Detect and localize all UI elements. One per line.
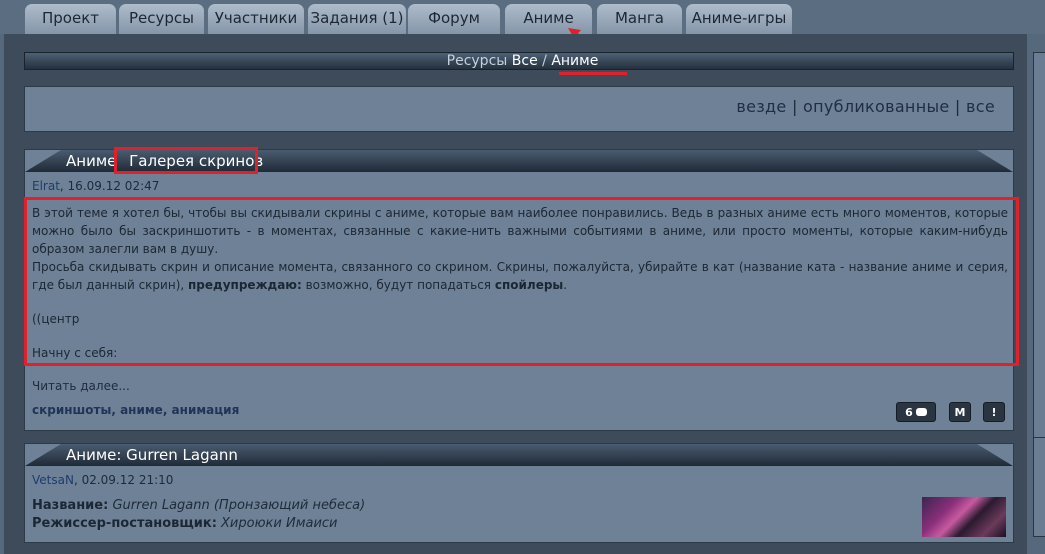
tab-manga[interactable]: Манга — [597, 4, 682, 34]
comments-button[interactable]: 6 — [896, 402, 936, 422]
comments-count: 6 — [905, 406, 913, 419]
tab-resources[interactable]: Ресурсы — [119, 4, 204, 34]
post-meta: VetsaN, 02.09.12 21:10 — [32, 473, 173, 487]
filter-separator: | — [954, 97, 961, 116]
post-meta: Elrat, 16.09.12 02:47 — [32, 179, 159, 193]
report-button[interactable]: ! — [983, 402, 1005, 422]
tab-tasks[interactable]: Задания (1) — [308, 4, 406, 34]
breadcrumb-all-link[interactable]: Все — [512, 53, 538, 69]
highlight-underline — [559, 72, 627, 75]
post-category: Аниме — [66, 152, 117, 170]
moderate-button[interactable]: М — [949, 402, 971, 422]
breadcrumb-current[interactable]: Аниме — [551, 53, 598, 69]
tab-forum[interactable]: Форум — [408, 4, 500, 34]
post-title[interactable]: Аниме: Gurren Lagann — [66, 445, 238, 465]
filter-all-link[interactable]: все — [966, 97, 995, 116]
post-header: Аниме: Gurren Lagann — [25, 444, 1013, 466]
breadcrumb-separator: / — [542, 53, 547, 69]
filter-everywhere-link[interactable]: везде — [736, 97, 786, 116]
post-info-title: Название: Gurren Lagann (Пронзающий небе… — [32, 498, 366, 513]
post-tags[interactable]: скриншоты, аниме, анимация — [32, 403, 239, 417]
read-more-link[interactable]: Читать далее... — [32, 379, 130, 393]
post-card: Аниме: Gurren Lagann VetsaN, 02.09.12 21… — [24, 443, 1014, 543]
post-date: , 02.09.12 21:10 — [73, 473, 174, 487]
filter-box: везде | опубликованные | все — [24, 86, 1014, 132]
sidebar-panel-lower — [1033, 437, 1045, 537]
post-info-director: Режиссер-постановщик: Хироюки Имаиси — [32, 516, 338, 531]
filter-published-link[interactable]: опубликованные — [803, 97, 950, 116]
breadcrumb: Ресурсы Все / Аниме — [0, 50, 1045, 72]
tab-anime-games[interactable]: Аниме-игры — [686, 4, 792, 34]
tab-project[interactable]: Проект — [25, 4, 116, 34]
tab-members[interactable]: Участники — [208, 4, 304, 34]
highlight-title-box — [114, 147, 258, 174]
filter-links: везде | опубликованные | все — [736, 97, 995, 116]
tab-bar: Проект Ресурсы Участники Задания (1) Фор… — [0, 0, 1045, 34]
post-author-link[interactable]: VetsaN — [32, 473, 74, 487]
highlight-body-box — [24, 197, 1019, 366]
post-date: , 16.09.12 02:47 — [59, 179, 160, 193]
breadcrumb-prefix: Ресурсы — [446, 53, 508, 69]
comment-bubble-icon — [915, 408, 927, 416]
post-author-link[interactable]: Elrat — [32, 179, 60, 193]
post-thumbnail[interactable] — [922, 497, 1006, 537]
filter-separator: | — [791, 97, 798, 116]
